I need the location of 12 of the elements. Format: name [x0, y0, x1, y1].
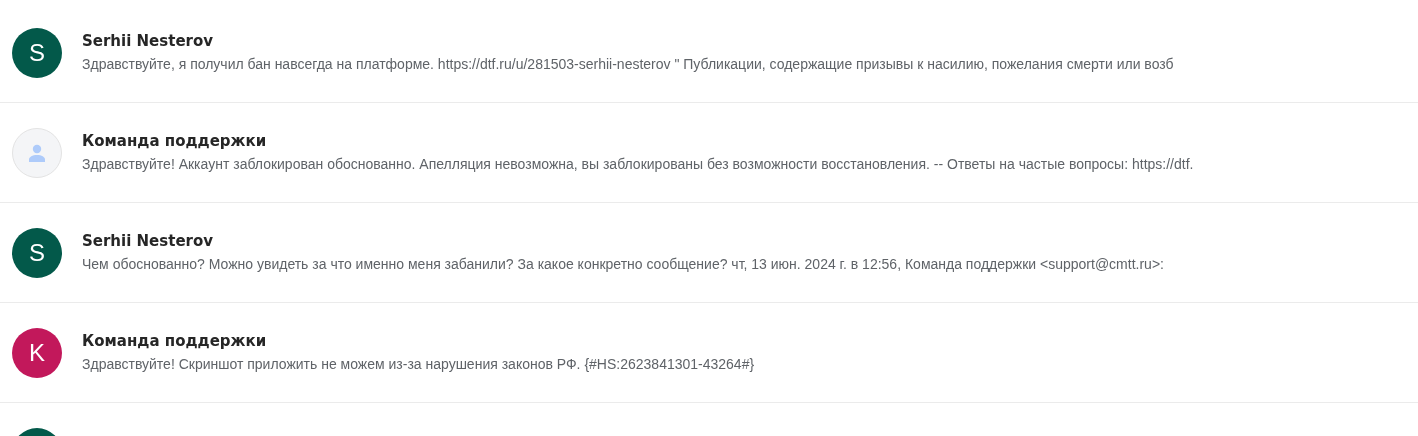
sender-name: Команда поддержки — [82, 131, 268, 150]
avatar: K — [12, 327, 62, 378]
sender-name: Serhii Nesterov — [82, 231, 215, 250]
message-snippet[interactable]: Чем обоснованно? Можно увидеть за что именно меня забанили? За какое конкретно сообщение? чт, 13 июн. 2024 г. в 12:56, Команда поддержки <support@cmtt.ru>: — [82, 255, 1164, 272]
person-icon — [27, 142, 47, 163]
avatar: S — [12, 27, 62, 78]
sender-name: Serhii Nesterov — [82, 31, 215, 50]
avatar: S — [12, 227, 62, 278]
message-snippet[interactable]: Здравствуйте! Аккаунт заблокирован обоснованно. Апелляция невозможна, вы заблокированы без возможности восстановления. -- Ответы на частые вопросы: https://dtf. — [82, 155, 1194, 172]
sender-name: Команда поддержки — [82, 331, 268, 350]
message-snippet[interactable]: Здравствуйте, я получил бан навсегда на платформе. https://dtf.ru/u/281503-serhii-nesterov " Публикации, содержащие призывы к насилию, пожелания смерти или возб — [82, 55, 1174, 72]
message-snippet[interactable]: Здравствуйте! Скриншот приложить не можем из-за нарушения законов РФ. {#HS:2623841301-43264#} — [82, 355, 755, 372]
